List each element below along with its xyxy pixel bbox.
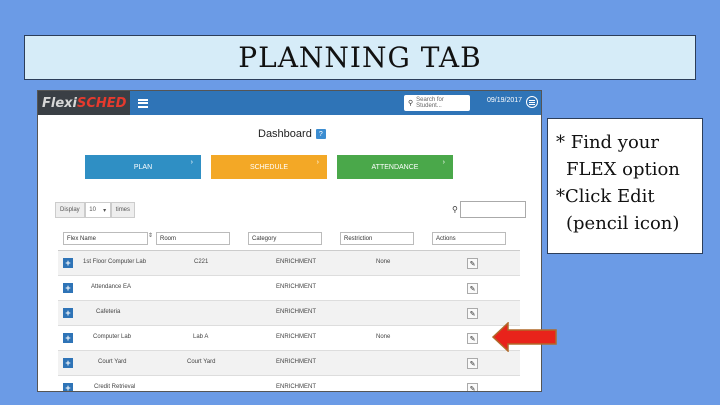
page-title: Dashboard ? — [258, 128, 326, 140]
expand-icon[interactable]: + — [63, 258, 73, 268]
page-size-select[interactable]: 10 ▾ — [84, 202, 111, 218]
current-date: 09/19/2017 — [487, 97, 523, 104]
expand-icon[interactable]: + — [63, 308, 73, 318]
column-header-actions: Actions — [432, 232, 506, 245]
table-row: + Credit Retrieval ENRICHMENT ✎ — [58, 376, 520, 391]
chevron-right-icon: › — [442, 159, 445, 166]
room: Lab A — [193, 334, 209, 340]
flex-name: Computer Lab — [93, 334, 132, 340]
expand-icon[interactable]: + — [63, 283, 73, 293]
hamburger-icon[interactable] — [138, 98, 148, 108]
menu-icon[interactable] — [526, 96, 538, 108]
pencil-icon[interactable]: ✎ — [467, 258, 478, 269]
top-bar: Flexi SCHED ⚲ Search for Student... 09/19… — [38, 91, 541, 115]
table-search-input[interactable] — [460, 201, 526, 218]
flex-name: Attendance EA — [91, 284, 132, 290]
restriction: None — [376, 259, 391, 265]
category: ENRICHMENT — [276, 259, 316, 265]
chevron-right-icon: › — [316, 159, 319, 166]
attendance-button[interactable]: ATTENDANCE › — [337, 155, 453, 179]
note-line: * Find your — [556, 132, 660, 153]
column-header-category[interactable]: Category — [248, 232, 322, 245]
slide-title: PLANNING TAB — [24, 35, 696, 80]
pencil-icon[interactable]: ✎ — [467, 383, 478, 391]
category: ENRICHMENT — [276, 359, 316, 365]
app-logo[interactable]: Flexi SCHED — [38, 91, 130, 115]
column-header-room[interactable]: Room — [156, 232, 230, 245]
note-line: *Click Edit — [556, 186, 655, 207]
page-size-control: Display 10 ▾ times — [55, 202, 136, 218]
table-row: + Attendance EA ENRICHMENT ✎ — [58, 276, 520, 301]
pointer-arrow-icon — [492, 322, 557, 352]
restriction: None — [376, 334, 391, 340]
expand-icon[interactable]: + — [63, 383, 73, 391]
page-size-value: 10 — [89, 207, 96, 213]
dashboard-title: Dashboard — [258, 128, 312, 140]
plan-button[interactable]: PLAN › — [85, 155, 201, 179]
room: C221 — [194, 259, 209, 265]
search-icon: ⚲ — [452, 205, 458, 214]
table-row: + 1st Floor Computer Lab C221 ENRICHMENT… — [58, 251, 520, 276]
times-label: times — [110, 202, 136, 218]
category: ENRICHMENT — [276, 384, 316, 390]
expand-icon[interactable]: + — [63, 358, 73, 368]
note-line: FLEX option — [566, 159, 680, 180]
flex-table: Flex Name ⇕ Room Category Restriction Ac… — [58, 227, 520, 391]
app-screenshot: Flexi SCHED ⚲ Search for Student... 09/19… — [37, 90, 542, 392]
column-header-flex-name[interactable]: Flex Name — [63, 232, 148, 245]
column-header-restriction[interactable]: Restriction — [340, 232, 414, 245]
expand-icon[interactable]: + — [63, 333, 73, 343]
logo-flexi: Flexi — [42, 95, 77, 111]
room: Court Yard — [187, 359, 216, 365]
caret-down-icon: ▾ — [103, 207, 107, 214]
search-icon: ⚲ — [408, 100, 414, 107]
flex-name: Credit Retrieval — [94, 384, 136, 390]
schedule-button-label: SCHEDULE — [249, 163, 289, 171]
flex-name: 1st Floor Computer Lab — [83, 259, 147, 265]
table-row: + Court Yard Court Yard ENRICHMENT ✎ — [58, 351, 520, 376]
category: ENRICHMENT — [276, 284, 316, 290]
search-placeholder: Search for Student... — [416, 97, 444, 109]
help-icon[interactable]: ? — [315, 129, 326, 139]
pencil-icon[interactable]: ✎ — [467, 333, 478, 344]
display-label: Display — [55, 202, 85, 218]
pencil-icon[interactable]: ✎ — [467, 308, 478, 319]
plan-button-label: PLAN — [133, 163, 153, 171]
attendance-button-label: ATTENDANCE — [371, 163, 419, 171]
flex-name: Cafeteria — [96, 309, 121, 315]
student-search-input[interactable]: ⚲ Search for Student... — [404, 95, 470, 111]
pencil-icon[interactable]: ✎ — [467, 358, 478, 369]
flex-name: Court Yard — [98, 359, 127, 365]
instruction-note: * Find your FLEX option *Click Edit (pen… — [547, 118, 703, 254]
schedule-button[interactable]: SCHEDULE › — [211, 155, 327, 179]
table-row: + Computer Lab Lab A ENRICHMENT None ✎ — [58, 326, 520, 351]
pencil-icon[interactable]: ✎ — [467, 283, 478, 294]
table-row: + Cafeteria ENRICHMENT ✎ — [58, 301, 520, 326]
logo-sched: SCHED — [77, 95, 127, 111]
category: ENRICHMENT — [276, 309, 316, 315]
table-header: Flex Name ⇕ Room Category Restriction Ac… — [58, 227, 520, 251]
sort-icon[interactable]: ⇕ — [148, 232, 153, 239]
note-line: (pencil icon) — [566, 213, 680, 234]
table-body: + 1st Floor Computer Lab C221 ENRICHMENT… — [58, 251, 520, 391]
category: ENRICHMENT — [276, 334, 316, 340]
chevron-right-icon: › — [190, 159, 193, 166]
